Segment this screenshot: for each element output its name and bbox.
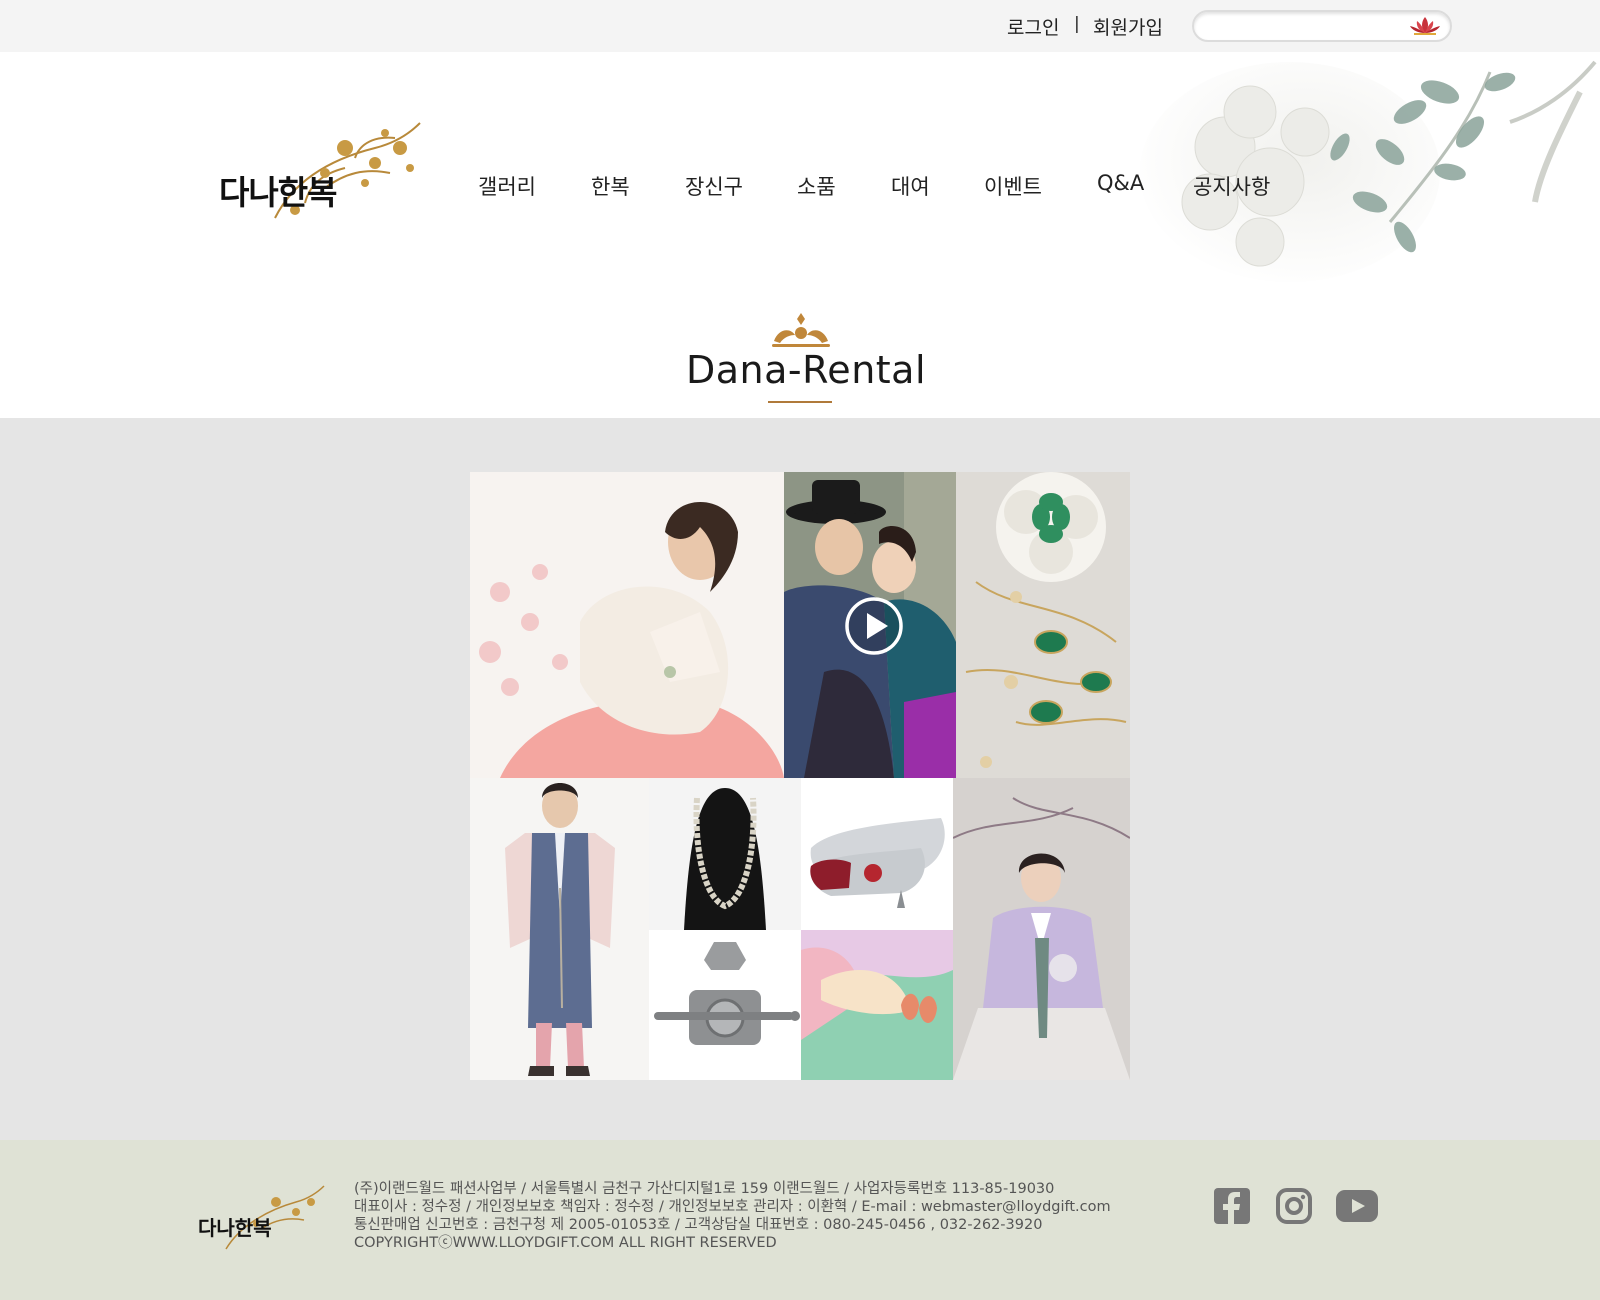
- man-blue-hanbok-photo[interactable]: [470, 778, 649, 1080]
- lotus-icon: [1410, 17, 1440, 35]
- title-underline: [768, 401, 832, 403]
- login-link[interactable]: 로그인: [1007, 13, 1059, 40]
- site-logo[interactable]: 다나한복: [215, 118, 425, 228]
- facebook-icon[interactable]: [1214, 1188, 1250, 1224]
- signup-link[interactable]: 회원가입: [1093, 13, 1163, 40]
- silver-ornament-photo[interactable]: [649, 930, 801, 1080]
- nav-item-props[interactable]: 소품: [797, 171, 836, 201]
- footer-registration-info: 통신판매업 신고번호 : 금천구청 제 2005-01053호 / 고객상담실 …: [354, 1217, 1043, 1233]
- footer-logo-text: 다나한복: [198, 1216, 272, 1240]
- youtube-icon[interactable]: [1336, 1190, 1378, 1222]
- gold-ornament-icon: [772, 313, 830, 347]
- search-input[interactable]: [1208, 17, 1398, 37]
- nav-item-gallery[interactable]: 갤러리: [478, 171, 536, 201]
- embroidered-shoes-photo[interactable]: [801, 778, 953, 930]
- play-icon[interactable]: [844, 596, 904, 656]
- page-title: Dana-Rental: [685, 348, 927, 392]
- footer-contact-info: 대표이사 : 정수정 / 개인정보보호 책임자 : 정수정 / 개인정보보호 관…: [354, 1199, 1111, 1215]
- site-footer: 다나한복 (주)이랜드월드 패션사업부 / 서울특별시 금천구 가산디지털1로 …: [0, 1140, 1600, 1300]
- woman-lavender-hanbok-photo[interactable]: [953, 778, 1130, 1080]
- site-header: 다나한복 갤러리 한복 장신구 소품 대여 이벤트 Q&A 공지사항: [0, 52, 1600, 290]
- top-utility-bar: 로그인 | 회원가입: [0, 0, 1600, 52]
- pearl-necklace-photo[interactable]: [649, 778, 801, 930]
- footer-company-info: (주)이랜드월드 패션사업부 / 서울특별시 금천구 가산디지털1로 159 이…: [354, 1181, 1055, 1197]
- woman-pink-hanbok-photo[interactable]: [470, 472, 784, 778]
- instagram-icon[interactable]: [1276, 1188, 1312, 1224]
- nav-item-qna[interactable]: Q&A: [1097, 171, 1144, 195]
- footer-copyright: COPYRIGHTⓒWWW.LLOYDGIFT.COM ALL RIGHT RE…: [354, 1235, 777, 1251]
- search-box: [1192, 10, 1452, 42]
- nav-item-event[interactable]: 이벤트: [984, 171, 1042, 201]
- logo-text: 다나한복: [219, 173, 337, 212]
- utility-separator: |: [1074, 14, 1080, 34]
- search-button[interactable]: [1406, 14, 1444, 38]
- nav-item-hanbok[interactable]: 한복: [591, 171, 630, 201]
- nav-item-rental[interactable]: 대여: [891, 171, 930, 201]
- green-gem-necklace-photo[interactable]: [956, 472, 1130, 778]
- nav-item-notice[interactable]: 공지사항: [1193, 171, 1270, 201]
- nav-item-accessories[interactable]: 장신구: [685, 171, 743, 201]
- footer-logo[interactable]: 다나한복: [196, 1184, 326, 1254]
- hanbok-fabric-photo[interactable]: [801, 930, 953, 1080]
